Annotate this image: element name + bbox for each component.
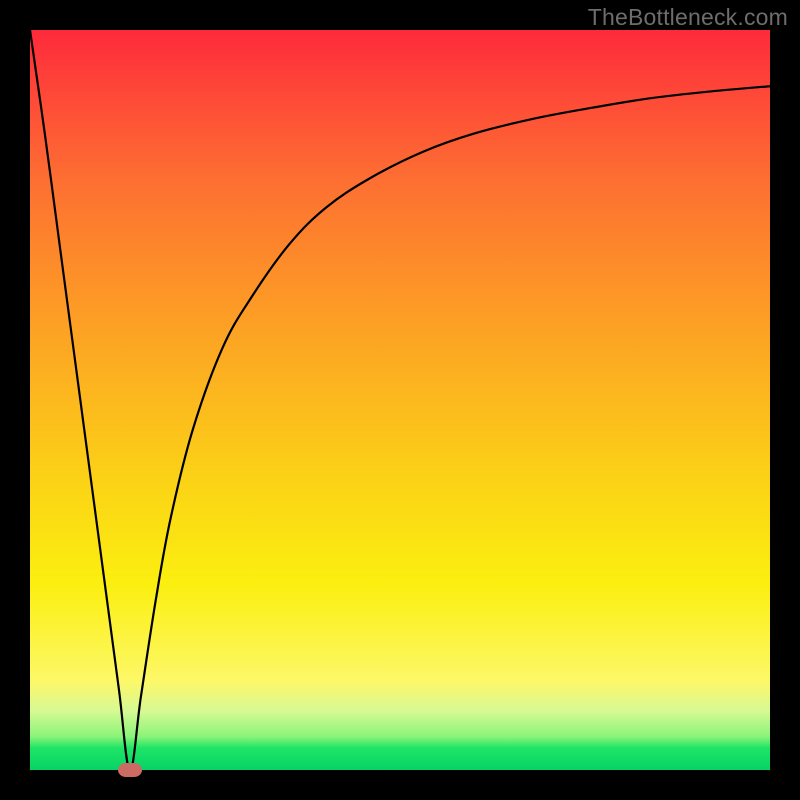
curve-layer — [30, 30, 770, 770]
watermark-text: TheBottleneck.com — [588, 4, 788, 31]
minimum-marker — [118, 763, 142, 777]
plot-area — [30, 30, 770, 770]
bottleneck-curve — [30, 30, 770, 770]
chart-frame: TheBottleneck.com — [0, 0, 800, 800]
